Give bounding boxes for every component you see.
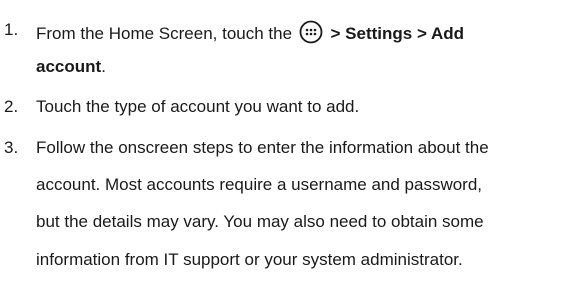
apps-launcher-icon xyxy=(299,20,323,44)
step-1-text: From the Home Screen, touch the xyxy=(36,24,293,43)
step-number: 2. xyxy=(4,97,19,116)
step-2-text: Touch the type of account you want to ad… xyxy=(36,97,360,116)
add-account-path: account xyxy=(36,57,102,76)
step-1-line-1: From the Home Screen, touch the > Settin… xyxy=(36,20,464,44)
period: . xyxy=(101,57,106,76)
step-3-line-4: information from IT support or your syst… xyxy=(36,250,463,269)
step-number: 1. xyxy=(4,20,19,39)
settings-path: > Settings > Add xyxy=(330,24,465,43)
instructions-list: 1. From the Home Screen, touch the > Set… xyxy=(0,0,572,285)
step-3-line-2: account. Most accounts require a usernam… xyxy=(36,175,483,194)
step-1-line-2: account. xyxy=(36,57,106,77)
step-3-line-3: but the details may vary. You may also n… xyxy=(36,212,484,231)
step-number: 3. xyxy=(4,138,19,157)
step-3-line-1: Follow the onscreen steps to enter the i… xyxy=(36,138,489,157)
